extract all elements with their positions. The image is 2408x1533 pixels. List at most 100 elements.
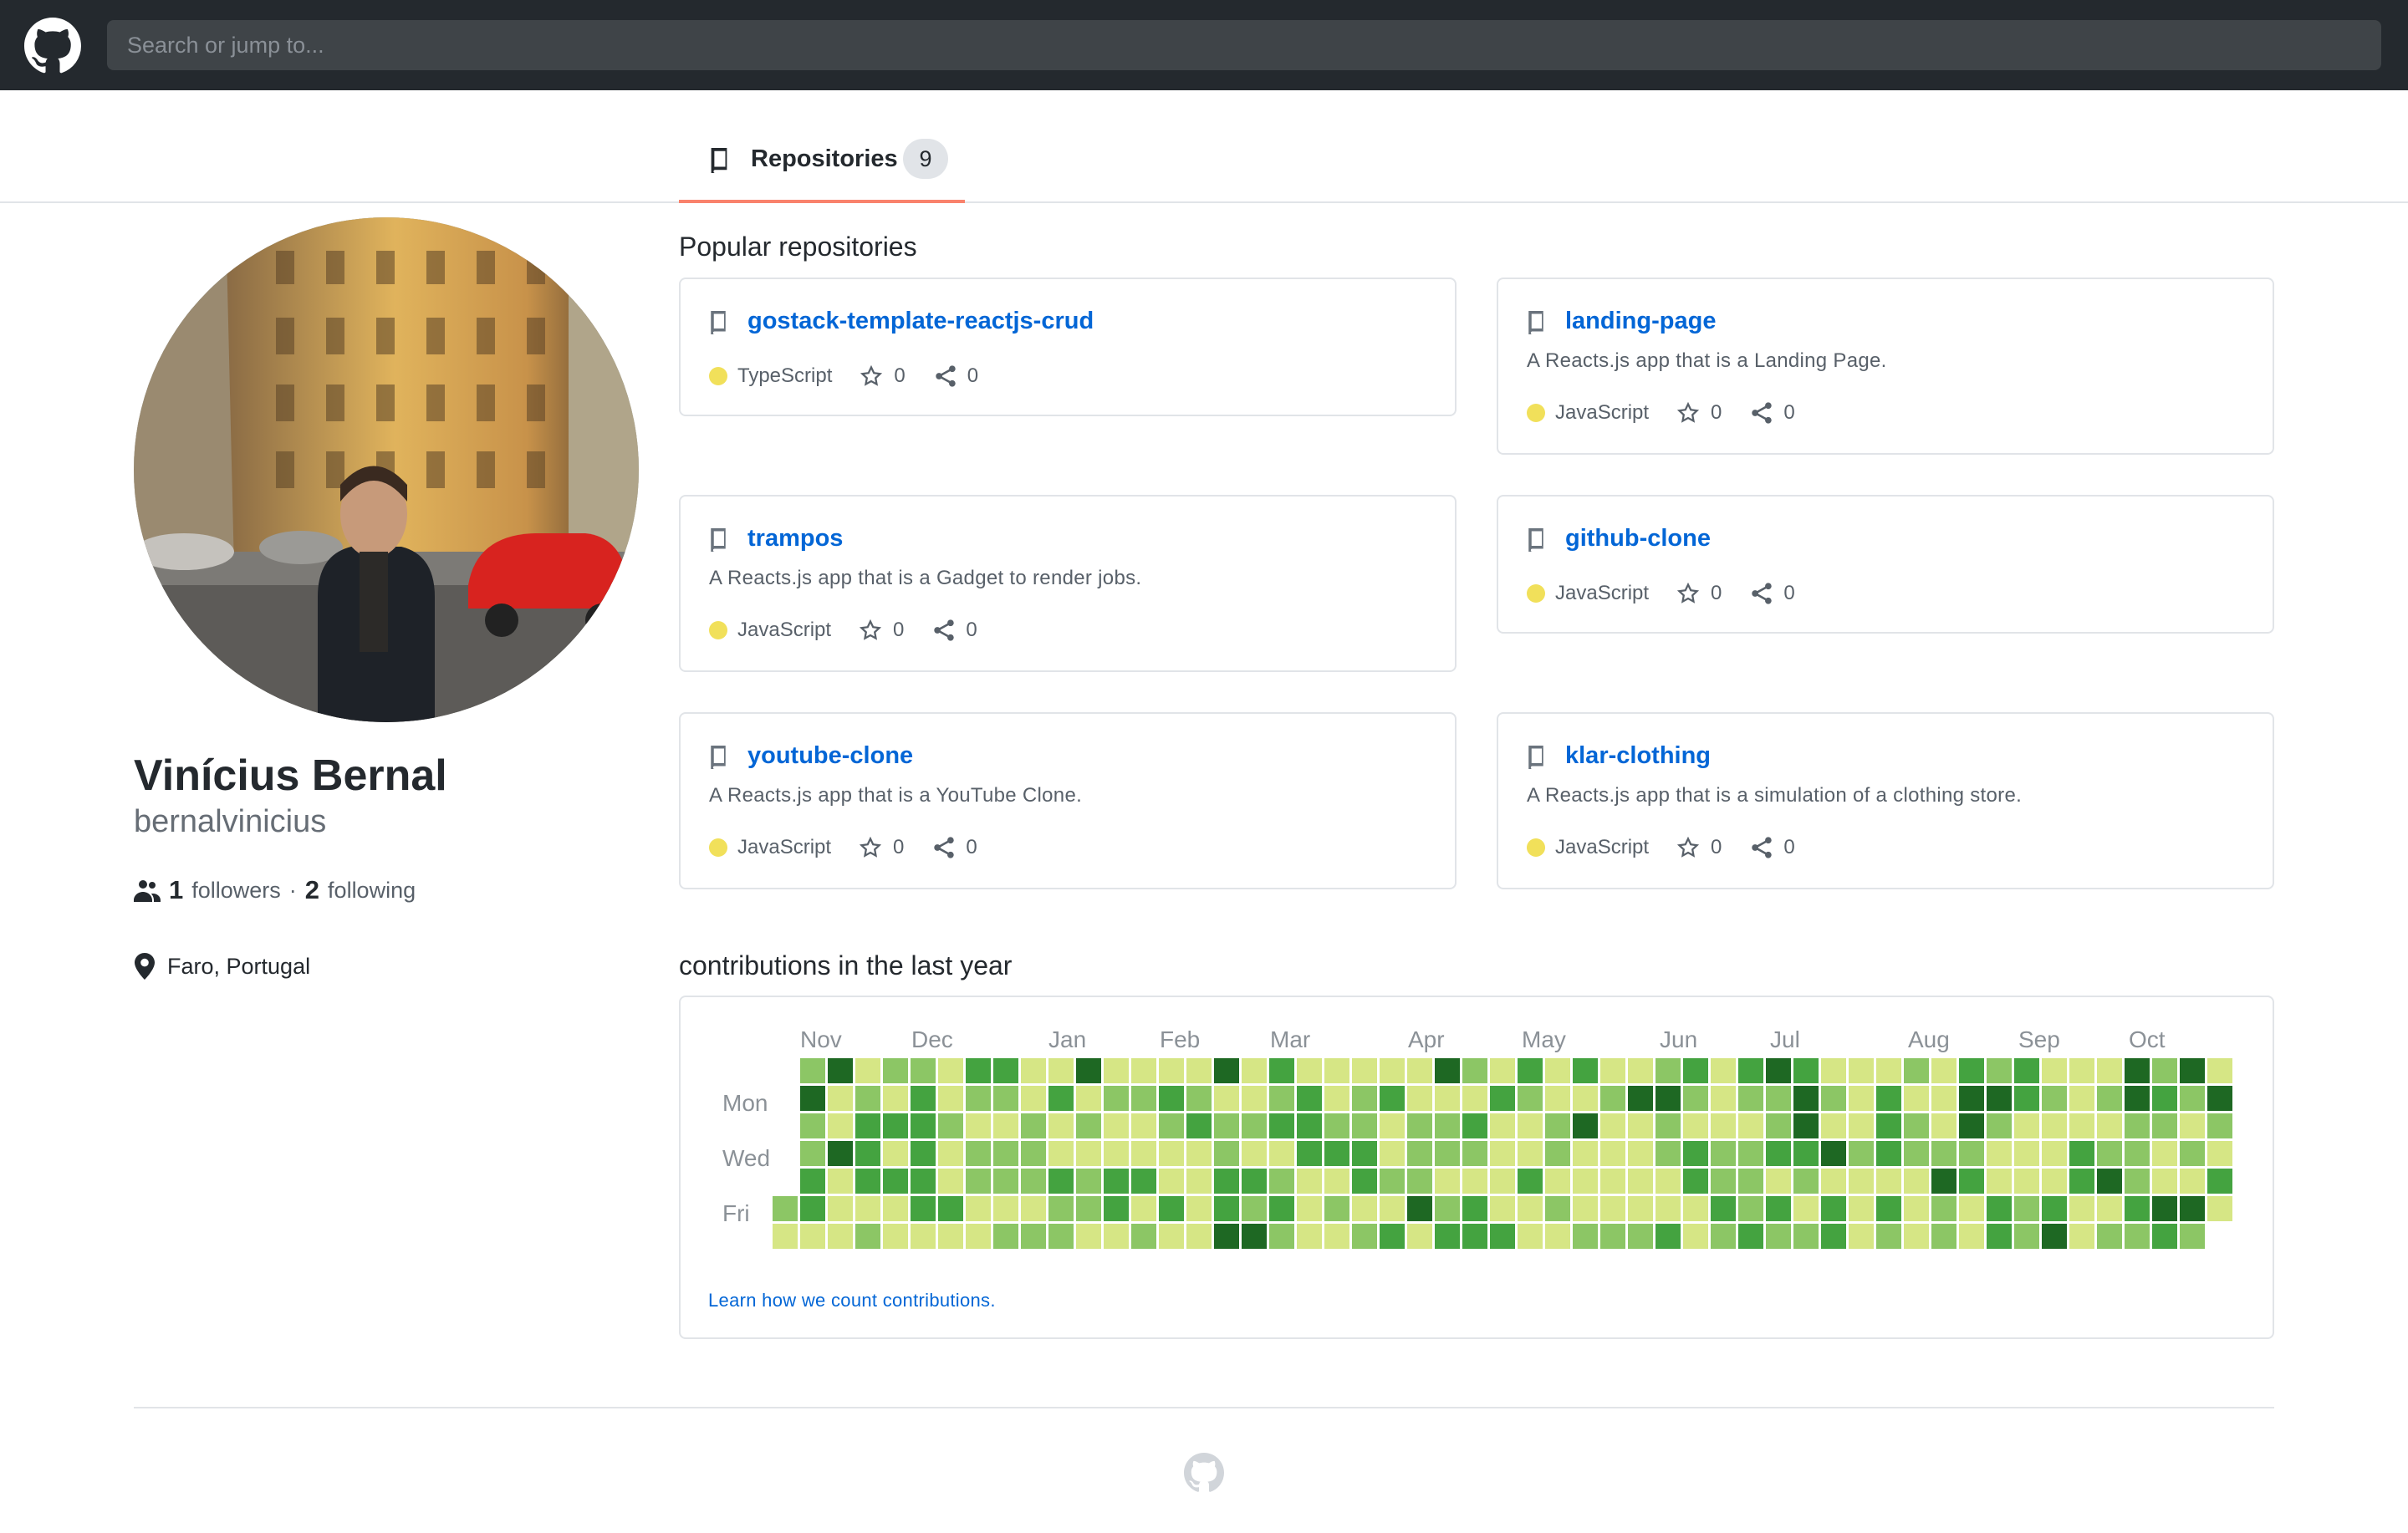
contribution-day[interactable] — [1352, 1058, 1377, 1083]
contribution-day[interactable] — [2042, 1058, 2067, 1083]
contribution-day[interactable] — [1242, 1086, 1267, 1111]
contribution-day[interactable] — [2042, 1086, 2067, 1111]
contribution-day[interactable] — [1849, 1113, 1874, 1138]
contribution-day[interactable] — [1380, 1141, 1405, 1166]
contribution-day[interactable] — [883, 1169, 908, 1194]
contribution-day[interactable] — [1104, 1224, 1129, 1249]
contribution-day[interactable] — [1904, 1169, 1929, 1194]
following-label[interactable]: following — [328, 878, 416, 904]
contribution-day[interactable] — [1849, 1086, 1874, 1111]
contribution-day[interactable] — [1711, 1196, 1736, 1221]
contribution-day[interactable] — [1159, 1196, 1184, 1221]
contribution-day[interactable] — [1269, 1058, 1294, 1083]
contribution-day[interactable] — [1131, 1113, 1156, 1138]
contribution-day[interactable] — [1159, 1086, 1184, 1111]
contribution-day[interactable] — [938, 1224, 963, 1249]
contribution-day[interactable] — [1104, 1058, 1129, 1083]
contribution-day[interactable] — [993, 1169, 1018, 1194]
contribution-day[interactable] — [1793, 1141, 1819, 1166]
contribution-day[interactable] — [1462, 1086, 1487, 1111]
contribution-day[interactable] — [1821, 1086, 1846, 1111]
contribution-day[interactable] — [855, 1141, 880, 1166]
contribution-day[interactable] — [1518, 1169, 1543, 1194]
repo-stars[interactable]: 0 — [1711, 582, 1722, 605]
contribution-day[interactable] — [1076, 1169, 1101, 1194]
contribution-day[interactable] — [2152, 1196, 2177, 1221]
contribution-day[interactable] — [1656, 1113, 1681, 1138]
share-fork-icon[interactable] — [1750, 401, 1773, 425]
contribution-day[interactable] — [1711, 1113, 1736, 1138]
contribution-day[interactable] — [1628, 1196, 1653, 1221]
contribution-day[interactable] — [1628, 1141, 1653, 1166]
contribution-day[interactable] — [1711, 1058, 1736, 1083]
contribution-day[interactable] — [938, 1058, 963, 1083]
contribution-day[interactable] — [2042, 1224, 2067, 1249]
contribution-day[interactable] — [1931, 1169, 1956, 1194]
contribution-day[interactable] — [1159, 1224, 1184, 1249]
contribution-day[interactable] — [1269, 1113, 1294, 1138]
contribution-day[interactable] — [1793, 1058, 1819, 1083]
contribution-day[interactable] — [1021, 1196, 1046, 1221]
contribution-day[interactable] — [855, 1058, 880, 1083]
repo-name-link[interactable]: klar-clothing — [1565, 742, 1711, 770]
contribution-day[interactable] — [1076, 1086, 1101, 1111]
contribution-day[interactable] — [1435, 1058, 1460, 1083]
contribution-day[interactable] — [1711, 1224, 1736, 1249]
contribution-day[interactable] — [2207, 1141, 2232, 1166]
contribution-day[interactable] — [855, 1086, 880, 1111]
contribution-day[interactable] — [1628, 1224, 1653, 1249]
contribution-day[interactable] — [1600, 1196, 1625, 1221]
contribution-day[interactable] — [938, 1141, 963, 1166]
contribution-day[interactable] — [1987, 1058, 2012, 1083]
contribution-day[interactable] — [1048, 1141, 1074, 1166]
contribution-day[interactable] — [2152, 1086, 2177, 1111]
contribution-day[interactable] — [2207, 1058, 2232, 1083]
contribution-day[interactable] — [1959, 1113, 1984, 1138]
contribution-day[interactable] — [828, 1196, 853, 1221]
contribution-day[interactable] — [911, 1196, 936, 1221]
contribution-day[interactable] — [1904, 1086, 1929, 1111]
contribution-day[interactable] — [1297, 1058, 1322, 1083]
repo-name-link[interactable]: github-clone — [1565, 525, 1711, 553]
contribution-day[interactable] — [1021, 1086, 1046, 1111]
repo-stars[interactable]: 0 — [893, 836, 904, 859]
contribution-day[interactable] — [993, 1058, 1018, 1083]
contribution-day[interactable] — [1048, 1086, 1074, 1111]
share-fork-icon[interactable] — [1750, 836, 1773, 859]
contribution-day[interactable] — [883, 1224, 908, 1249]
repo-stars[interactable]: 0 — [1711, 836, 1722, 859]
contribution-day[interactable] — [1324, 1224, 1349, 1249]
contribution-day[interactable] — [1738, 1169, 1763, 1194]
github-footer-icon[interactable] — [1184, 1453, 1224, 1493]
contribution-day[interactable] — [883, 1141, 908, 1166]
contribution-day[interactable] — [1793, 1086, 1819, 1111]
contribution-day[interactable] — [1766, 1141, 1791, 1166]
contribution-day[interactable] — [1131, 1224, 1156, 1249]
contribution-day[interactable] — [855, 1196, 880, 1221]
contribution-day[interactable] — [1076, 1113, 1101, 1138]
contribution-day[interactable] — [1076, 1196, 1101, 1221]
contribution-day[interactable] — [1683, 1169, 1708, 1194]
star-icon[interactable] — [1677, 583, 1700, 604]
contribution-day[interactable] — [883, 1086, 908, 1111]
contribution-day[interactable] — [1048, 1224, 1074, 1249]
contribution-day[interactable] — [2125, 1086, 2150, 1111]
contribution-day[interactable] — [2125, 1196, 2150, 1221]
tab-repositories[interactable]: Repositories 9 — [679, 134, 965, 203]
contribution-day[interactable] — [1683, 1224, 1708, 1249]
contribution-day[interactable] — [1490, 1058, 1515, 1083]
contribution-day[interactable] — [1186, 1224, 1212, 1249]
contribution-day[interactable] — [1352, 1169, 1377, 1194]
contribution-day[interactable] — [828, 1058, 853, 1083]
repo-name-link[interactable]: trampos — [747, 525, 843, 553]
contribution-day[interactable] — [2097, 1141, 2122, 1166]
contribution-day[interactable] — [1186, 1196, 1212, 1221]
contribution-day[interactable] — [1628, 1086, 1653, 1111]
contribution-day[interactable] — [1987, 1113, 2012, 1138]
contribution-day[interactable] — [1242, 1113, 1267, 1138]
contribution-day[interactable] — [1987, 1141, 2012, 1166]
contribution-day[interactable] — [1600, 1224, 1625, 1249]
contribution-day[interactable] — [2069, 1196, 2094, 1221]
contribution-day[interactable] — [1297, 1196, 1322, 1221]
contribution-day[interactable] — [1766, 1086, 1791, 1111]
